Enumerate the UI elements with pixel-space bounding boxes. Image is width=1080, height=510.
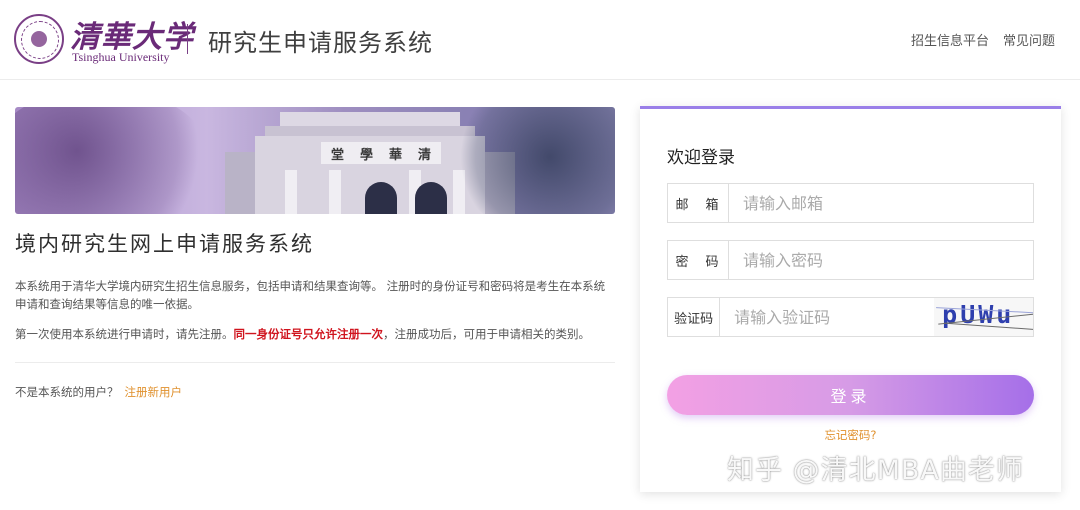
- password-field-group: 密 码: [667, 240, 1034, 280]
- content-divider: [15, 362, 615, 363]
- password-label: 密 码: [668, 241, 729, 279]
- captcha-image[interactable]: pUWu: [934, 298, 1033, 336]
- register-prompt: 不是本系统的用户？ 注册新用户: [15, 384, 182, 400]
- captcha-input[interactable]: [720, 298, 935, 336]
- registration-notice: 第一次使用本系统进行申请时，请先注册。同一身份证号只允许注册一次，注册成功后，可…: [15, 325, 615, 343]
- building-roof: [280, 112, 460, 126]
- login-card: 欢迎登录 邮 箱 密 码 验证码 pUWu 登录 忘记密码?: [640, 106, 1061, 492]
- nav-faq[interactable]: 常见问题: [1003, 30, 1055, 49]
- plaque-char: 學: [359, 147, 373, 163]
- plaque-char: 清: [417, 147, 431, 163]
- captcha-label: 验证码: [668, 298, 721, 336]
- notice-text-end: ，注册成功后，可用于申请相关的类别。: [383, 327, 590, 341]
- zhihu-watermark: 知乎 @清北MBA曲老师: [727, 455, 1024, 486]
- building-cornice: [265, 126, 475, 136]
- building-column: [329, 170, 341, 214]
- plaque-char: 堂: [331, 147, 345, 163]
- register-new-user-link[interactable]: 注册新用户: [125, 385, 183, 399]
- site-header: 清華大学 Tsinghua University 研究生申请服务系统 招生信息平…: [0, 0, 1080, 80]
- email-label: 邮 箱: [668, 184, 729, 222]
- building-window: [365, 182, 397, 214]
- intro-text: 本系统用于清华大学境内研究生招生信息服务，包括申请和结果查询等。 注册时的身份证…: [15, 279, 606, 311]
- banner-tree-left: [15, 107, 215, 214]
- building-plaque: 堂 學 華 清: [321, 142, 441, 164]
- login-title: 欢迎登录: [667, 148, 735, 168]
- captcha-field-group: 验证码 pUWu: [667, 297, 1034, 337]
- campus-banner-image: 堂 學 華 清: [15, 107, 615, 214]
- register-prompt-text: 不是本系统的用户？: [15, 385, 119, 399]
- header-divider: [187, 24, 188, 54]
- page-heading: 境内研究生网上申请服务系统: [15, 232, 314, 256]
- building-wing-left: [225, 152, 259, 214]
- banner-tree-right: [455, 107, 615, 214]
- plaque-char: 華: [388, 147, 402, 163]
- top-nav: 招生信息平台 常见问题: [911, 30, 1055, 49]
- logo-english-name: Tsinghua University: [72, 50, 170, 64]
- notice-text: 第一次使用本系统进行申请时，请先注册。: [15, 327, 234, 341]
- system-title: 研究生申请服务系统: [208, 29, 433, 57]
- email-input[interactable]: [729, 184, 1033, 222]
- password-input[interactable]: [729, 241, 1033, 279]
- email-field-group: 邮 箱: [667, 183, 1034, 223]
- building-column: [285, 170, 297, 214]
- notice-warning-highlight: 同一身份证号只允许注册一次: [233, 327, 384, 341]
- login-button[interactable]: 登录: [667, 375, 1034, 415]
- tsinghua-seal-logo[interactable]: [14, 14, 64, 64]
- nav-admissions-platform[interactable]: 招生信息平台: [911, 30, 989, 49]
- building-window: [415, 182, 447, 214]
- forgot-password-link[interactable]: 忘记密码?: [640, 427, 1061, 443]
